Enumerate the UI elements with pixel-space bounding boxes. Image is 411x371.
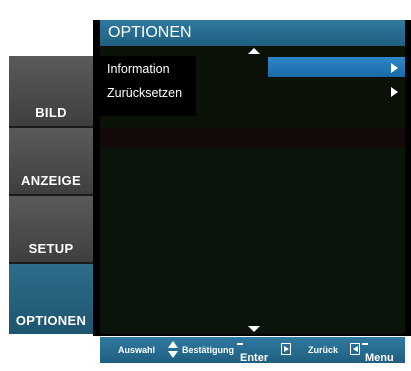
menu-item-zuruecksetzen[interactable]: Zurücksetzen: [107, 86, 182, 100]
help-confirm-label: Bestätigung: [182, 345, 235, 355]
menu-key-label: Menu: [365, 352, 394, 364]
tab-optionen-label: OPTIONEN: [15, 313, 87, 328]
tab-setup[interactable]: SETUP: [9, 196, 93, 262]
up-down-arrows-icon: [168, 341, 178, 359]
chevron-right-icon: [391, 63, 398, 73]
osd-menu: BILD ANZEIGE SETUP OPTIONEN OPTIONEN Inf…: [0, 0, 411, 371]
page-title-text: OPTIONEN: [108, 24, 192, 41]
left-key-icon: [350, 343, 360, 355]
menu-item-information[interactable]: Information: [107, 62, 170, 76]
menu-item-label: Zurücksetzen: [107, 86, 183, 100]
help-select-label: Auswahl: [118, 345, 156, 355]
tab-anzeige[interactable]: ANZEIGE: [9, 128, 93, 194]
help-bar: Auswahl Bestätigung Enter Zurück Menu: [100, 337, 405, 364]
page-title: OPTIONEN: [100, 20, 405, 46]
empty-area: [100, 148, 405, 334]
tab-anzeige-label: ANZEIGE: [21, 173, 81, 188]
menu-item-label: Information: [107, 62, 170, 76]
tab-bild-label: BILD: [35, 105, 67, 120]
tab-optionen[interactable]: OPTIONEN: [9, 264, 93, 334]
menu-key-box: Menu: [362, 343, 394, 364]
right-key-icon: [281, 343, 291, 355]
help-back-label: Zurück: [308, 345, 339, 355]
divider: [100, 128, 405, 148]
enter-key-label: Enter: [240, 352, 269, 364]
tab-setup-label: SETUP: [28, 241, 74, 256]
enter-key-box: Enter: [237, 343, 268, 364]
chevron-right-icon: [391, 87, 398, 97]
tab-bild[interactable]: BILD: [9, 56, 93, 126]
scroll-up-icon[interactable]: [248, 48, 260, 54]
selection-highlight[interactable]: [268, 57, 405, 77]
scroll-down-icon[interactable]: [248, 326, 260, 332]
